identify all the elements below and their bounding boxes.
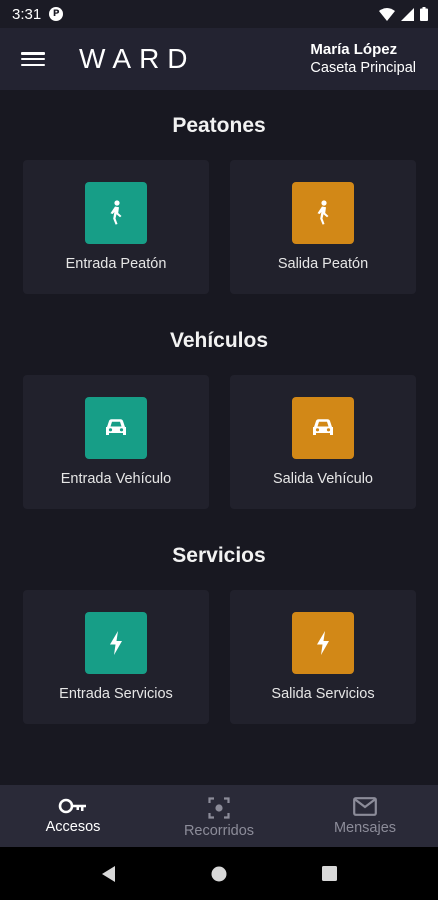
menu-icon [21, 52, 45, 55]
status-bar: 3:31 P [0, 0, 438, 28]
user-info: María López Caseta Principal [310, 41, 416, 77]
exit-tile [292, 612, 354, 674]
battery-icon [420, 7, 428, 21]
card-label: Entrada Vehículo [60, 471, 172, 487]
bottom-navigation: Accesos Recorridos Mensajes [0, 785, 438, 847]
entrada-peaton-button[interactable]: Entrada Peatón [23, 160, 209, 294]
mail-icon [353, 797, 377, 816]
status-time: 3:31 [12, 5, 42, 23]
salida-vehiculo-button[interactable]: Salida Vehículo [230, 375, 416, 509]
card-label: Entrada Servicios [59, 686, 173, 702]
wifi-icon [379, 7, 395, 21]
back-button[interactable] [79, 854, 139, 894]
nav-label: Mensajes [333, 820, 397, 836]
card-label: Salida Servicios [271, 686, 375, 702]
recents-square-icon [321, 866, 337, 881]
user-post: Caseta Principal [310, 60, 416, 76]
section-title-servicios: Servicios [172, 544, 266, 567]
nav-label: Recorridos [183, 823, 255, 839]
main-content: Peatones Entrada Peatón Salida Peatón Ve… [0, 90, 438, 785]
entry-tile [85, 182, 147, 244]
walking-person-icon [317, 200, 329, 225]
car-icon [106, 419, 126, 435]
menu-button[interactable] [21, 50, 45, 68]
section-title-peatones: Peatones [172, 114, 266, 137]
scan-icon [208, 797, 230, 819]
recents-button[interactable] [299, 854, 359, 894]
walking-person-icon [110, 200, 122, 225]
ward-logo: WARD [79, 43, 196, 75]
app-bar: WARD María López Caseta Principal [0, 28, 438, 90]
logo-text: WARD [79, 43, 196, 74]
lightning-bolt-icon [317, 631, 329, 655]
status-indicators [379, 7, 428, 21]
user-name: María López [310, 41, 398, 58]
nav-recorridos[interactable]: Recorridos [146, 785, 292, 847]
salida-peaton-button[interactable]: Salida Peatón [230, 160, 416, 294]
nav-accesos[interactable]: Accesos [0, 785, 146, 847]
entrada-servicios-button[interactable]: Entrada Servicios [23, 590, 209, 724]
key-icon [58, 798, 86, 814]
home-button[interactable] [189, 854, 249, 894]
card-label: Salida Peatón [277, 256, 369, 272]
card-label: Entrada Peatón [65, 256, 167, 272]
entry-tile [85, 612, 147, 674]
section-title-vehiculos: Vehículos [169, 329, 269, 352]
signal-icon [401, 7, 414, 21]
card-label: Salida Vehículo [273, 471, 373, 487]
back-triangle-icon [102, 865, 115, 882]
entrada-vehiculo-button[interactable]: Entrada Vehículo [23, 375, 209, 509]
entry-tile [85, 397, 147, 459]
lightning-bolt-icon [110, 631, 122, 655]
app-notification-icon: P [49, 7, 64, 21]
nav-mensajes[interactable]: Mensajes [292, 785, 438, 847]
exit-tile [292, 397, 354, 459]
car-icon [313, 419, 333, 435]
exit-tile [292, 182, 354, 244]
system-navigation-bar [0, 847, 438, 900]
nav-label: Accesos [45, 819, 101, 835]
salida-servicios-button[interactable]: Salida Servicios [230, 590, 416, 724]
home-circle-icon [211, 866, 227, 881]
